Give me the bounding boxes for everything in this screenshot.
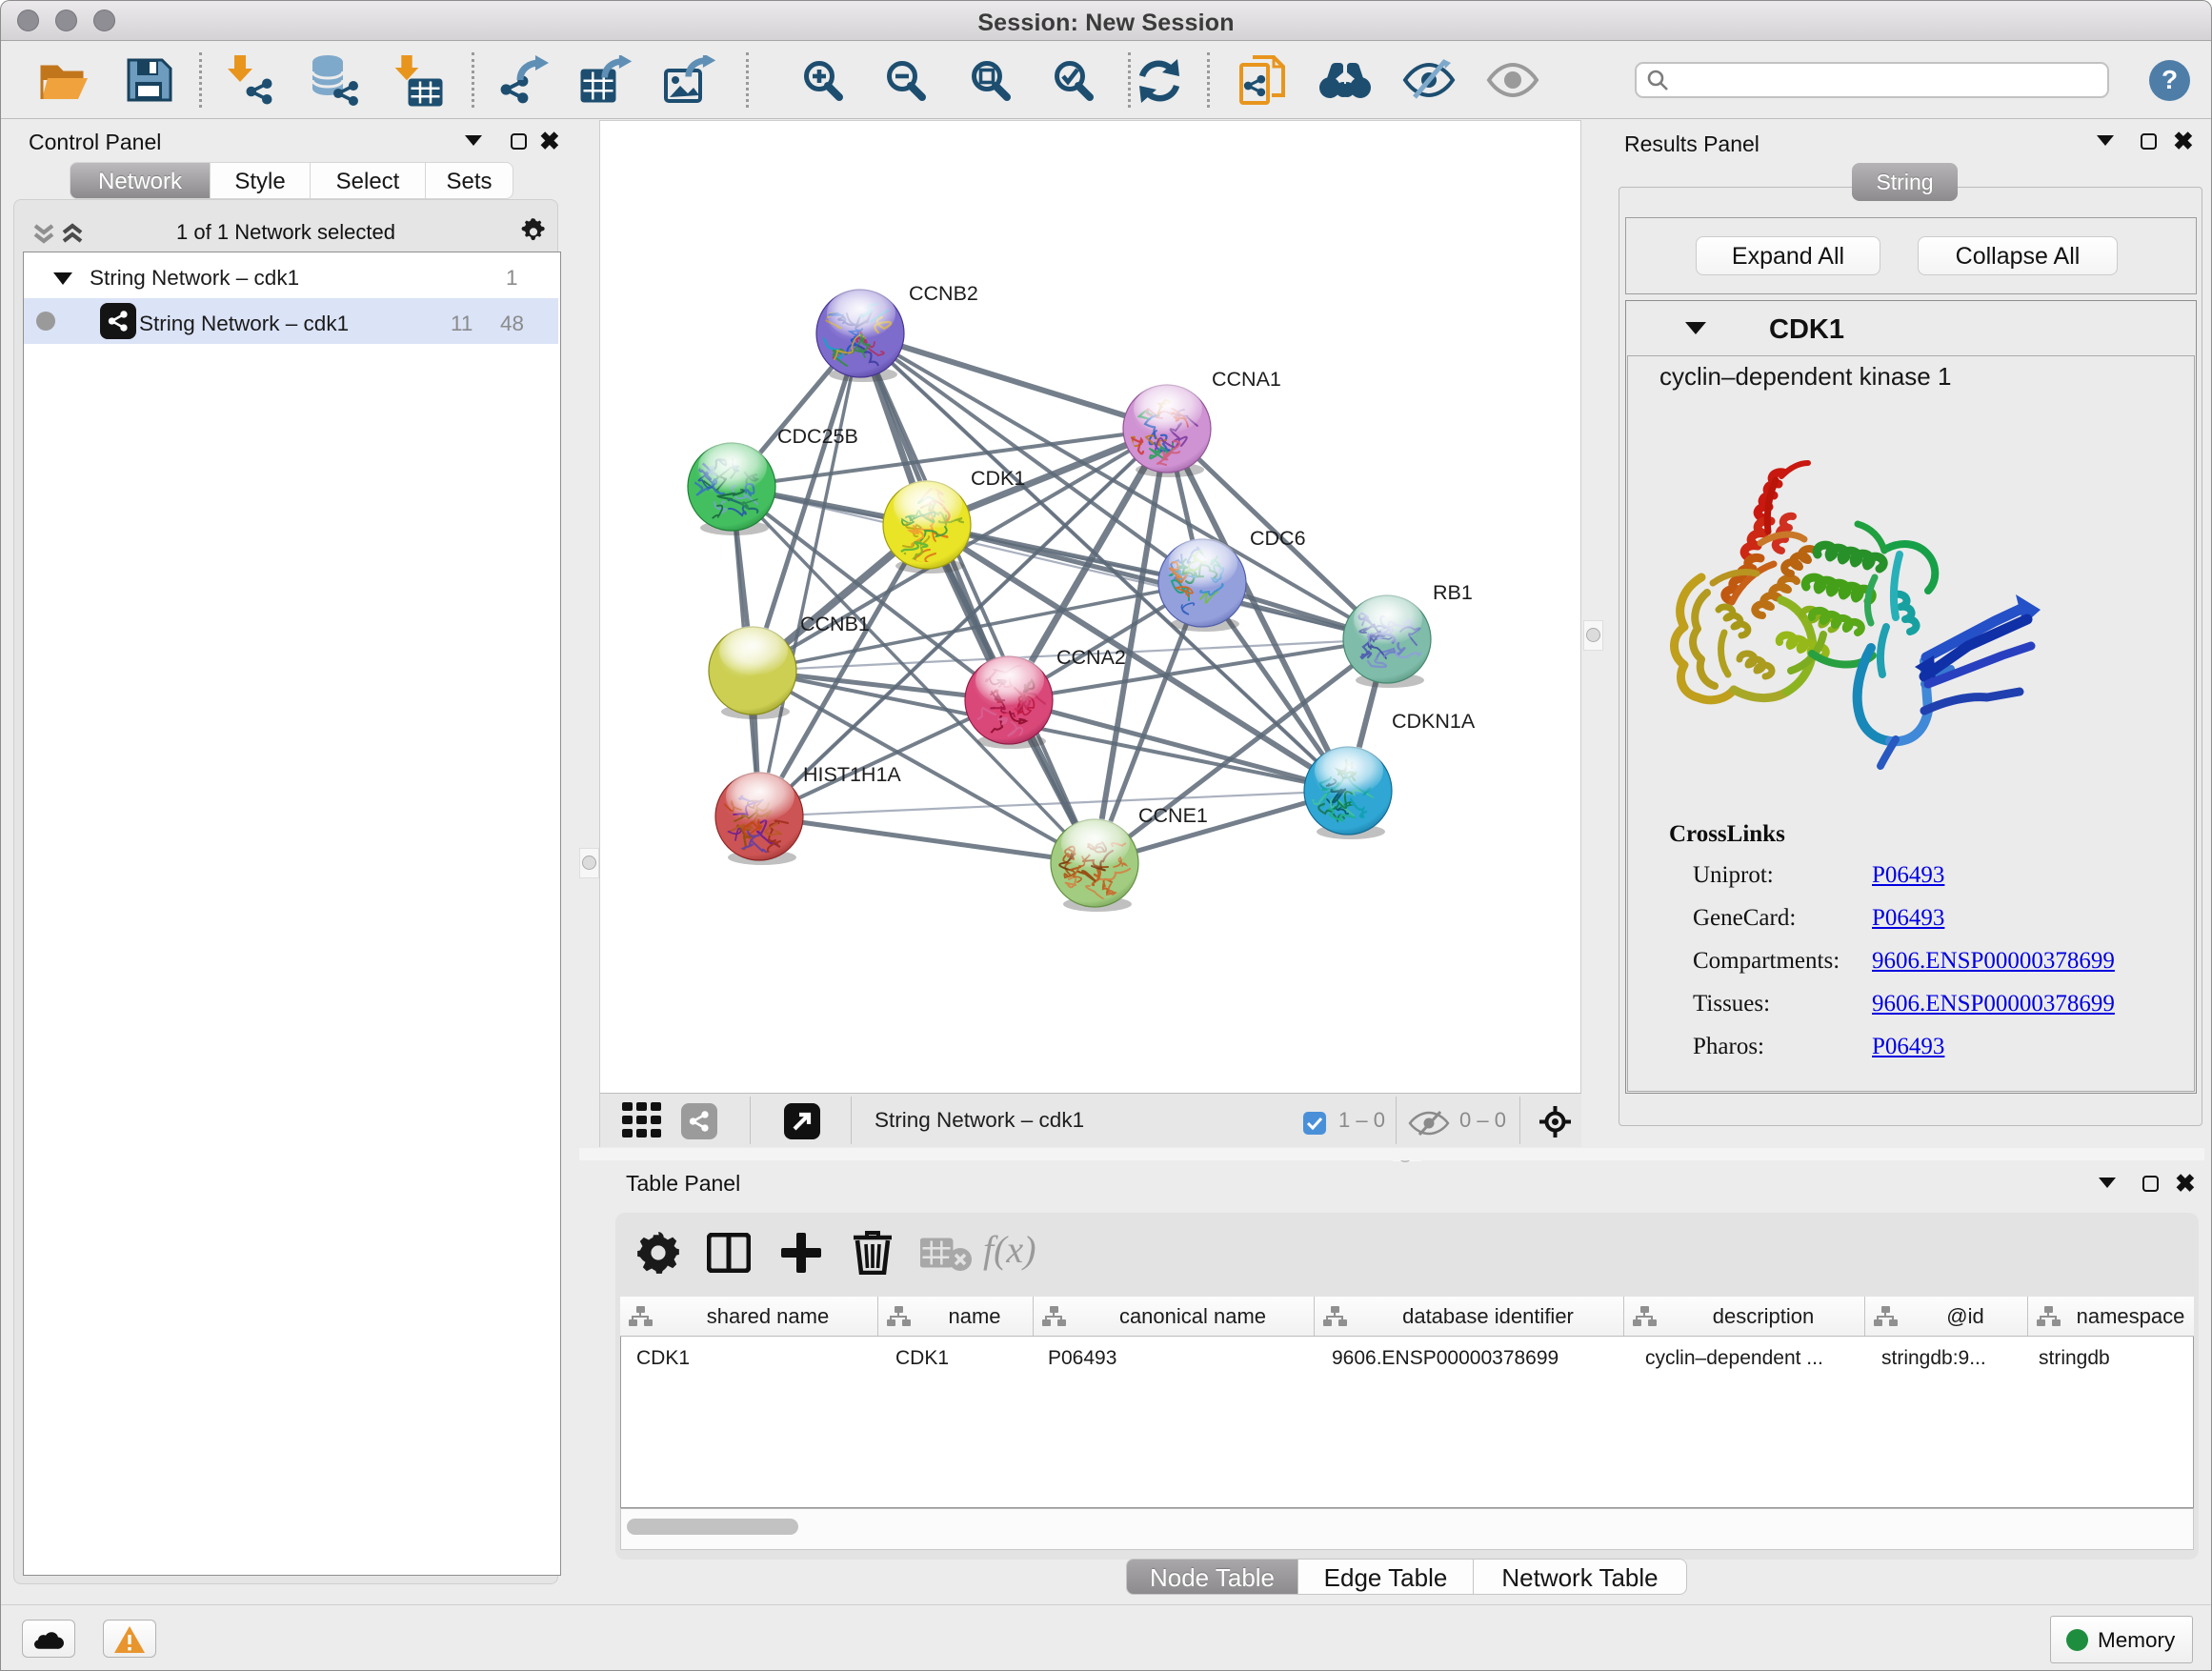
svg-text:RB1: RB1 <box>1433 581 1473 604</box>
svg-text:CDC25B: CDC25B <box>777 425 858 448</box>
svg-text:CCNA2: CCNA2 <box>1056 646 1126 669</box>
svg-text:CCNB2: CCNB2 <box>909 282 978 305</box>
svg-text:CDK1: CDK1 <box>971 467 1025 490</box>
svg-text:CDKN1A: CDKN1A <box>1392 710 1476 733</box>
svg-text:CCNE1: CCNE1 <box>1138 804 1208 827</box>
svg-text:CCNA1: CCNA1 <box>1212 368 1281 391</box>
svg-text:CDC6: CDC6 <box>1250 527 1306 550</box>
svg-text:CCNB1: CCNB1 <box>800 613 870 635</box>
svg-text:HIST1H1A: HIST1H1A <box>803 763 901 786</box>
